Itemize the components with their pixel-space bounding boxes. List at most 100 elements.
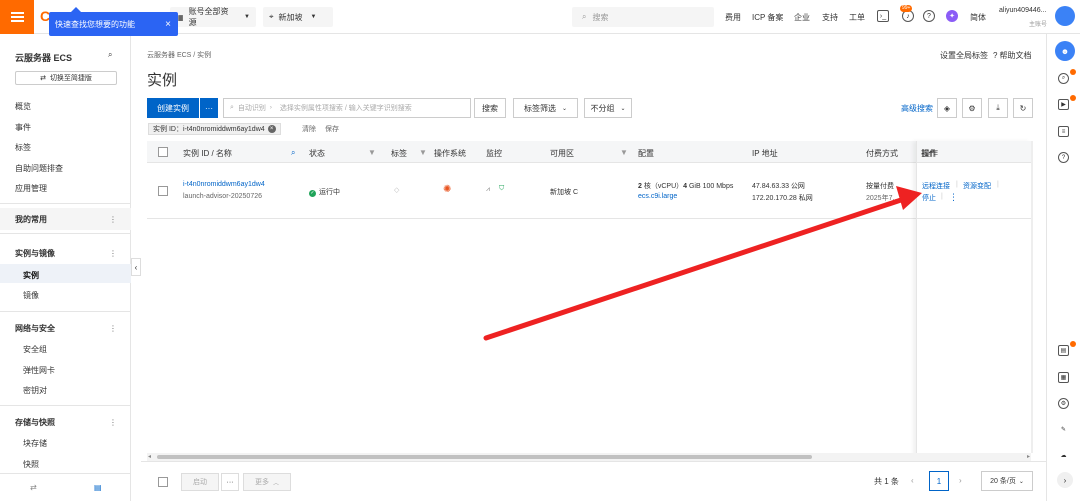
language-switch[interactable]: 简体 bbox=[970, 12, 986, 23]
nav-support[interactable]: 支持 bbox=[822, 12, 838, 23]
sidebar-item-instances[interactable]: 实例 bbox=[23, 270, 39, 281]
chart-icon[interactable]: ⩘ bbox=[486, 186, 490, 194]
sidebar-item-events[interactable]: 事件 bbox=[15, 122, 31, 133]
resource-change-link[interactable]: 资源变配 bbox=[963, 181, 991, 191]
refresh-icon[interactable]: ↻ bbox=[1013, 98, 1033, 118]
nav-ticket[interactable]: 工单 bbox=[849, 12, 865, 23]
sidebar-group-network-security[interactable]: 网络与安全 ⋮ bbox=[0, 320, 131, 336]
instance-id-link[interactable]: i-t4n0nromiddwm6ay1dw4 bbox=[183, 181, 265, 188]
select-all-checkbox[interactable] bbox=[158, 147, 168, 157]
ai-assistant-icon[interactable]: ✦ bbox=[946, 10, 958, 22]
terminal-icon[interactable]: ›_ bbox=[877, 10, 889, 22]
filter-icon[interactable]: ◈ bbox=[937, 98, 957, 118]
sidebar-item-snapshots[interactable]: 快照 bbox=[23, 459, 39, 470]
search-icon[interactable]: ⌕ bbox=[1058, 73, 1069, 84]
scroll-thumb[interactable] bbox=[157, 455, 812, 459]
scroll-left-icon[interactable]: ◂ bbox=[148, 453, 151, 460]
tag-icon[interactable]: ◇ bbox=[394, 186, 399, 194]
sidebar-item-security-groups[interactable]: 安全组 bbox=[23, 344, 47, 355]
video-icon[interactable]: ▶ bbox=[1058, 99, 1069, 110]
vertical-scrollbar[interactable] bbox=[1031, 141, 1033, 453]
create-more-button[interactable]: ··· bbox=[200, 98, 218, 118]
save-filter-link[interactable]: 保存 bbox=[325, 124, 339, 134]
sidebar-item-block-storage[interactable]: 块存储 bbox=[23, 438, 47, 449]
col-instance-id: 实例 ID / 名称 bbox=[183, 149, 232, 158]
close-icon[interactable]: × bbox=[165, 19, 171, 30]
more-icon[interactable]: ⋮ bbox=[109, 215, 117, 224]
document-icon[interactable]: ▤ bbox=[1058, 345, 1069, 356]
assistant-bot-icon[interactable]: ☻ bbox=[1055, 41, 1075, 61]
more-icon[interactable]: ⋮ bbox=[109, 418, 117, 427]
resource-scope-select[interactable]: ▦ 账号全部资源 ▼ bbox=[170, 7, 256, 27]
help-docs-link[interactable]: 帮助文档 bbox=[999, 51, 1031, 60]
create-instance-button[interactable]: 创建实例 bbox=[147, 98, 199, 118]
cloud-icon[interactable]: ☁ bbox=[1058, 450, 1069, 461]
sidebar-item-images[interactable]: 镜像 bbox=[23, 290, 39, 301]
shield-icon[interactable]: ⛉ bbox=[499, 185, 504, 193]
footer-select-all-checkbox[interactable] bbox=[158, 477, 168, 487]
nav-icp[interactable]: ICP 备案 bbox=[752, 12, 783, 23]
footer-more-button[interactable]: ··· bbox=[221, 473, 239, 491]
layout-icon[interactable]: ▤ bbox=[94, 483, 102, 492]
edit-icon[interactable]: ✎ bbox=[1058, 424, 1069, 435]
stop-link[interactable]: 停止 bbox=[922, 193, 936, 203]
sidebar-item-app-management[interactable]: 应用管理 bbox=[15, 183, 47, 194]
clear-filter-link[interactable]: 清除 bbox=[302, 124, 316, 134]
sidebar-item-key-pairs[interactable]: 密钥对 bbox=[23, 385, 47, 396]
sidebar-item-eni[interactable]: 弹性网卡 bbox=[23, 365, 55, 376]
advanced-search-link[interactable]: 高级搜索 bbox=[901, 103, 933, 114]
sidebar-group-storage-snapshots[interactable]: 存储与快照 ⋮ bbox=[0, 414, 131, 430]
sidebar-item-overview[interactable]: 概览 bbox=[15, 101, 31, 112]
horizontal-scrollbar[interactable]: ◂ ▸ bbox=[147, 453, 1031, 461]
more-actions-icon[interactable]: ⋮ bbox=[949, 192, 958, 203]
help-icon[interactable]: ? bbox=[923, 10, 935, 22]
scroll-right-icon[interactable]: ▸ bbox=[1027, 453, 1030, 460]
close-icon[interactable]: × bbox=[267, 125, 276, 133]
more-icon[interactable]: ⋮ bbox=[109, 249, 117, 258]
start-button[interactable]: 启动 bbox=[181, 473, 219, 491]
page-number[interactable]: 1 bbox=[929, 471, 949, 491]
remote-connect-link[interactable]: 远程连接 bbox=[922, 181, 950, 191]
more-icon[interactable]: ⋮ bbox=[109, 324, 117, 333]
group-select[interactable]: 不分组 ⌄ bbox=[584, 98, 632, 118]
batch-more-select[interactable]: 更多 ︿ bbox=[243, 473, 291, 491]
help-icon: ? bbox=[993, 51, 998, 60]
calculator-icon[interactable]: ▦ bbox=[1058, 372, 1069, 383]
global-search-input[interactable]: ⌕ 搜索 bbox=[572, 7, 714, 27]
page-size-select[interactable]: 20 条/页 ⌄ bbox=[981, 471, 1033, 491]
region-select[interactable]: ⌖ 新加坡 ▼ bbox=[263, 7, 333, 27]
tag-filter-select[interactable]: 标签筛选 ⌄ bbox=[513, 98, 578, 118]
avatar[interactable] bbox=[1055, 6, 1075, 26]
settings-icon[interactable]: ⚙ bbox=[1058, 398, 1069, 409]
search-icon[interactable]: ⌕ bbox=[291, 148, 295, 158]
filter-icon[interactable]: ▼ bbox=[419, 148, 427, 157]
collapse-sidebar-button[interactable]: ‹ bbox=[131, 258, 141, 276]
sidebar-group-favorites[interactable]: 我的常用 ⋮ bbox=[0, 208, 131, 230]
menu-button[interactable] bbox=[0, 0, 34, 34]
switch-simple-mode-button[interactable]: ⇄ 切换至简捷版 bbox=[15, 71, 117, 85]
filter-icon[interactable]: ▼ bbox=[620, 148, 628, 157]
instance-search-input[interactable]: ⌕ 自动识别 › 选择实例属性项搜索 / 输入关键字识别搜索 bbox=[223, 98, 471, 118]
divider: | bbox=[956, 181, 958, 188]
download-icon[interactable]: ⤓ bbox=[988, 98, 1008, 118]
search-icon[interactable]: ⌕ bbox=[108, 50, 112, 60]
account-name[interactable]: aliyun409446... bbox=[999, 7, 1046, 14]
prev-page-icon[interactable]: ‹ bbox=[911, 476, 914, 485]
nav-enterprise[interactable]: 企业 bbox=[794, 12, 810, 23]
expand-icon[interactable]: › bbox=[1057, 472, 1073, 488]
settings-icon[interactable]: ⚙ bbox=[962, 98, 982, 118]
swap-icon[interactable]: ⇄ bbox=[30, 483, 37, 492]
search-button[interactable]: 搜索 bbox=[474, 98, 506, 118]
filter-icon[interactable]: ▼ bbox=[368, 148, 376, 157]
sidebar-group-instances-images[interactable]: 实例与镜像 ⋮ bbox=[0, 245, 131, 261]
col-tags: 标签 bbox=[391, 149, 407, 158]
instance-type-link[interactable]: ecs.c9i.large bbox=[638, 193, 677, 200]
nav-billing[interactable]: 费用 bbox=[725, 12, 741, 23]
set-global-tags-link[interactable]: 设置全局标签 bbox=[940, 51, 988, 60]
sidebar-item-tags[interactable]: 标签 bbox=[15, 142, 31, 153]
list-icon[interactable]: ≡ bbox=[1058, 126, 1069, 137]
help-icon[interactable]: ? bbox=[1058, 152, 1069, 163]
sidebar-item-troubleshoot[interactable]: 自助问题排查 bbox=[15, 163, 63, 174]
next-page-icon[interactable]: › bbox=[959, 476, 962, 485]
row-checkbox[interactable] bbox=[158, 186, 168, 196]
